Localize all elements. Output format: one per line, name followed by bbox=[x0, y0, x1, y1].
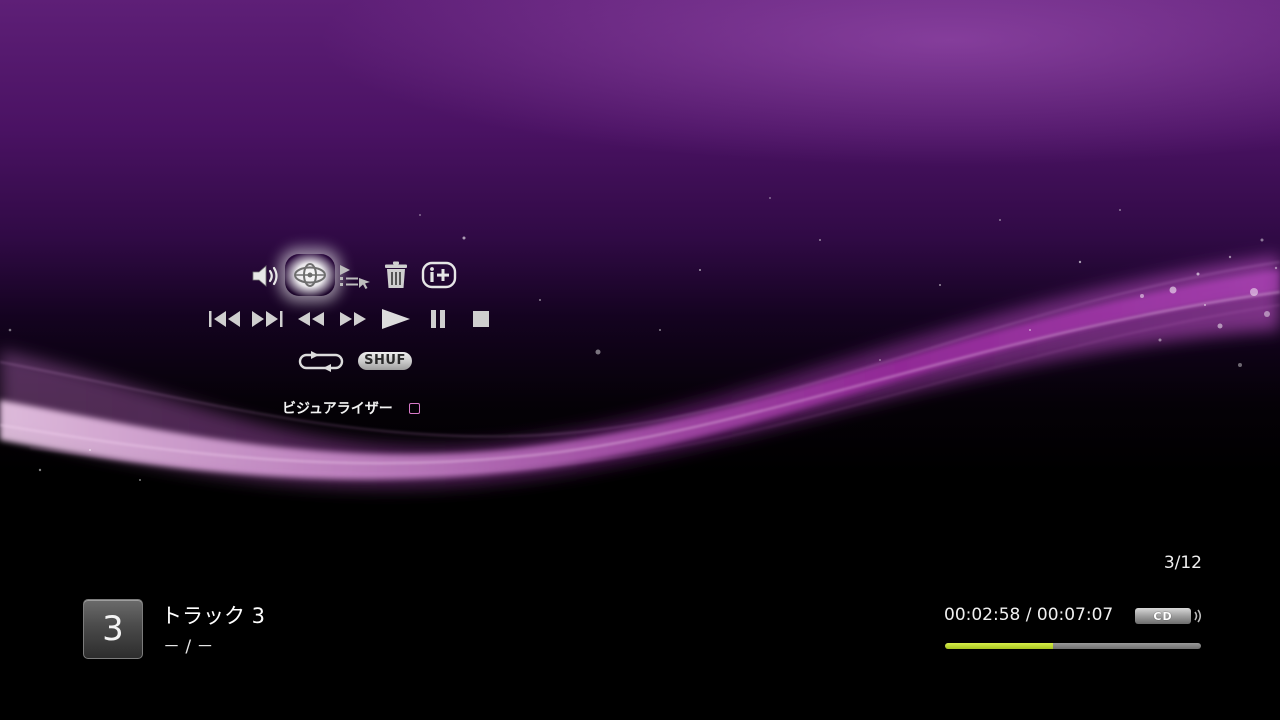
shuffle-button[interactable]: SHUF bbox=[358, 350, 412, 372]
playback-progress-fill bbox=[945, 643, 1053, 649]
sound-wave-icon bbox=[1194, 609, 1202, 623]
fast-forward-button[interactable] bbox=[335, 306, 371, 332]
trash-icon bbox=[385, 261, 407, 288]
next-track-icon bbox=[252, 311, 283, 327]
pause-button[interactable] bbox=[424, 306, 452, 332]
visualizer-label: ビジュアライザー bbox=[282, 401, 393, 417]
rewind-button[interactable] bbox=[293, 306, 329, 332]
track-counter: 3/12 bbox=[1163, 553, 1202, 573]
track-title: トラック 3 bbox=[161, 604, 266, 628]
square-button-icon bbox=[409, 403, 420, 414]
previous-track-button[interactable] bbox=[205, 306, 245, 332]
media-type-badge: CD bbox=[1135, 608, 1191, 624]
play-button[interactable] bbox=[378, 305, 414, 333]
playback-progress-bar bbox=[945, 643, 1201, 649]
fast-forward-icon bbox=[340, 312, 366, 326]
music-player-screen: SHUF ビジュアライザー 3/12 3 トラック 3 － / － 00:02:… bbox=[0, 0, 1280, 720]
stop-button[interactable] bbox=[467, 306, 495, 332]
shuffle-label: SHUF bbox=[358, 352, 412, 370]
time-readout: 00:02:58 / 00:07:07 bbox=[944, 605, 1114, 625]
next-track-button[interactable] bbox=[248, 306, 288, 332]
track-number-badge: 3 bbox=[83, 599, 143, 659]
track-artist-album: － / － bbox=[163, 637, 214, 657]
stop-icon bbox=[473, 311, 489, 327]
track-number: 3 bbox=[102, 609, 124, 649]
repeat-button[interactable] bbox=[294, 348, 348, 374]
playlist-button[interactable] bbox=[336, 262, 374, 290]
info-icon bbox=[421, 261, 457, 289]
volume-icon bbox=[252, 265, 278, 287]
delete-button[interactable] bbox=[381, 259, 411, 291]
display-mode-button[interactable] bbox=[288, 258, 332, 292]
play-icon bbox=[382, 309, 410, 329]
media-type-label: CD bbox=[1153, 609, 1173, 623]
display-mode-icon bbox=[294, 263, 326, 287]
previous-track-icon bbox=[209, 311, 240, 327]
playlist-icon bbox=[340, 265, 370, 289]
repeat-icon bbox=[298, 351, 344, 372]
info-button[interactable] bbox=[419, 259, 459, 291]
volume-button[interactable] bbox=[249, 261, 283, 291]
pause-icon bbox=[431, 310, 445, 328]
rewind-icon bbox=[298, 312, 324, 326]
